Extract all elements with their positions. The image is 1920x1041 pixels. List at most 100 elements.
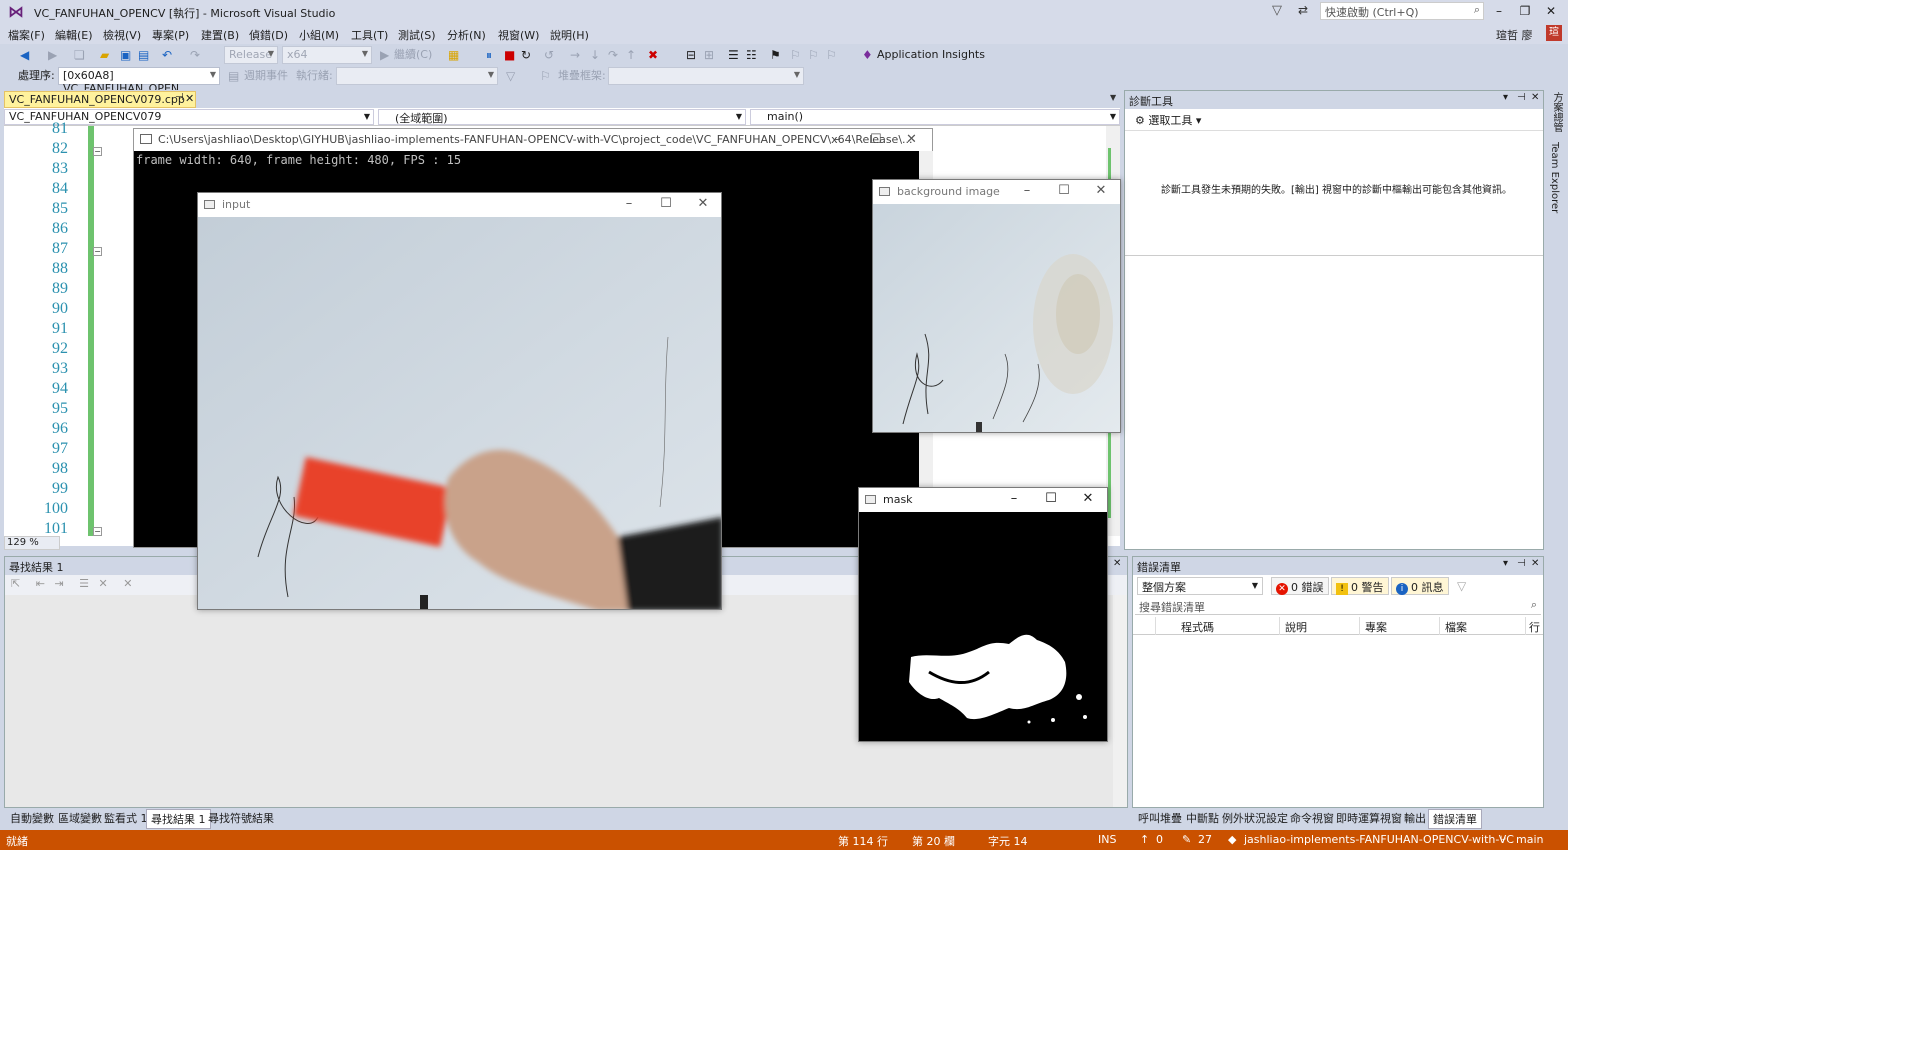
tab-find-results-1[interactable]: 尋找結果 1 <box>146 809 211 829</box>
minimize-button[interactable]: – <box>1017 183 1037 198</box>
stack-frame-select[interactable]: ▼ <box>608 67 804 85</box>
stop-icon[interactable]: ✕ <box>123 577 132 590</box>
flag-icon[interactable]: ⚐ <box>540 68 551 84</box>
prev-icon[interactable]: ⇤ <box>36 577 45 590</box>
tab-overflow-icon[interactable]: ▼ <box>1110 93 1116 102</box>
pencil-icon[interactable]: ✎ <box>1182 833 1191 846</box>
minimize-button[interactable]: – <box>834 132 841 147</box>
back-icon[interactable]: ◀ <box>20 47 29 63</box>
align-icon[interactable]: ☰ <box>728 47 739 63</box>
column-project[interactable]: 專案 <box>1365 619 1387 635</box>
menu-debug[interactable]: 偵錯(D) <box>249 27 288 43</box>
bookmark-prev-icon[interactable]: ⚐ <box>790 47 801 63</box>
menu-team[interactable]: 小組(M) <box>299 27 339 43</box>
gear-icon[interactable]: ⚙ <box>1135 114 1145 127</box>
go-to-icon[interactable]: ⇱ <box>11 577 20 590</box>
tab-solution-explorer[interactable]: 方案總管 <box>1549 92 1564 132</box>
tab-exception-settings[interactable]: 例外狀況設定 <box>1218 809 1292 827</box>
input-window[interactable]: input – ☐ ✕ <box>197 192 722 610</box>
column-description[interactable]: 說明 <box>1285 619 1307 635</box>
redo-icon[interactable]: ↷ <box>190 47 200 63</box>
tab-command-window[interactable]: 命令視窗 <box>1286 809 1338 827</box>
tab-call-stack[interactable]: 呼叫堆疊 <box>1134 809 1186 827</box>
status-unpushed[interactable]: 0 <box>1156 833 1163 846</box>
close-tab-icon[interactable]: ✕ <box>185 92 194 105</box>
forward-icon[interactable]: ▶ <box>48 47 57 63</box>
status-repository[interactable]: jashliao-implements-FANFUHAN-OPENCV-with… <box>1244 833 1514 846</box>
menu-test[interactable]: 測試(S) <box>398 27 436 43</box>
warnings-filter-button[interactable]: ! 0 警告 <box>1331 577 1389 595</box>
pin-icon[interactable]: ⊣ <box>175 92 184 103</box>
background-image-window[interactable]: background image – ☐ ✕ <box>872 179 1121 433</box>
tab-locals[interactable]: 區域變數 <box>54 809 106 827</box>
tab-output[interactable]: 輸出 <box>1400 809 1430 827</box>
pin-icon[interactable]: ⊣ <box>1517 558 1526 569</box>
continue-button[interactable]: 繼續(C) <box>394 47 432 63</box>
scope-select[interactable]: (全域範圍) ▼ <box>378 109 746 125</box>
minimize-button[interactable]: – <box>619 196 639 211</box>
step-into-icon[interactable]: ↓ <box>590 47 600 63</box>
bookmark-next-icon[interactable]: ⚐ <box>808 47 819 63</box>
break-all-icon[interactable]: ⏸ <box>486 47 492 63</box>
tab-immediate-window[interactable]: 即時運算視窗 <box>1332 809 1406 827</box>
app-insights-button[interactable]: Application Insights <box>877 47 985 63</box>
close-icon[interactable]: ✕ <box>1531 558 1539 569</box>
maximize-button[interactable]: ☐ <box>1054 183 1074 198</box>
menu-analyze[interactable]: 分析(N) <box>447 27 486 43</box>
notification-filter-icon[interactable]: ▽ <box>1272 3 1282 18</box>
restart-icon[interactable]: ↻ <box>521 47 531 63</box>
close-button[interactable]: ✕ <box>1542 4 1560 18</box>
column-code[interactable]: 程式碼 <box>1181 619 1214 635</box>
close-button[interactable]: ✕ <box>906 132 917 147</box>
clear-icon[interactable]: ☰ <box>79 577 89 590</box>
stop-debugging-icon[interactable]: ■ <box>504 47 515 63</box>
tab-autos[interactable]: 自動變數 <box>6 809 58 827</box>
close-button[interactable]: ✕ <box>1078 491 1098 506</box>
close-icon[interactable]: ✕ <box>1113 558 1121 569</box>
open-file-icon[interactable]: ▰ <box>100 47 109 63</box>
menu-file[interactable]: 檔案(F) <box>8 27 45 43</box>
next-icon[interactable]: ⇥ <box>54 577 63 590</box>
feedback-icon[interactable]: ⇄ <box>1298 3 1308 17</box>
close-icon[interactable]: ✕ <box>1531 92 1539 103</box>
push-icon[interactable]: ↑ <box>1140 833 1149 846</box>
scope-select[interactable]: 整個方案 ▼ <box>1137 577 1263 595</box>
exception-icon[interactable]: ✖ <box>648 47 658 63</box>
tab-team-explorer[interactable]: Team Explorer <box>1549 142 1560 213</box>
lifecycle-events-button[interactable]: 週期事件 <box>244 68 288 84</box>
save-icon[interactable]: ▣ <box>120 47 131 63</box>
error-search-input[interactable]: 搜尋錯誤清單 ⌕ <box>1135 597 1541 615</box>
step-out-icon[interactable]: ↑ <box>626 47 636 63</box>
menu-view[interactable]: 檢視(V) <box>103 27 141 43</box>
messages-filter-button[interactable]: i0 訊息 <box>1391 577 1449 595</box>
hot-reload-icon[interactable]: ↺ <box>544 47 554 63</box>
process-icon[interactable]: ▦ <box>448 47 459 63</box>
filter-icon[interactable]: ▽ <box>506 68 515 84</box>
menu-help[interactable]: 說明(H) <box>550 27 589 43</box>
continue-play-icon[interactable]: ▶ <box>380 47 389 63</box>
format-icon[interactable]: ⊟ <box>686 47 696 63</box>
format-selection-icon[interactable]: ⊞ <box>704 47 714 63</box>
undo-icon[interactable]: ↶ <box>162 47 172 63</box>
clear-all-icon[interactable]: ✕ <box>99 577 108 590</box>
collapse-icon[interactable]: − <box>93 247 102 256</box>
save-all-icon[interactable]: ▤ <box>138 47 149 63</box>
find-results-scrollbar[interactable] <box>1113 595 1127 807</box>
process-select[interactable]: [0x60A8] VC_FANFUHAN_OPEN ▼ <box>58 67 220 95</box>
tab-breakpoints[interactable]: 中斷點 <box>1182 809 1223 827</box>
tab-error-list[interactable]: 錯誤清單 <box>1428 809 1482 829</box>
maximize-button[interactable]: ☐ <box>870 132 882 147</box>
configuration-select[interactable]: Release ▼ <box>224 46 278 64</box>
collapse-icon[interactable]: − <box>93 527 102 536</box>
new-project-icon[interactable]: ❏ <box>74 47 85 63</box>
status-changes[interactable]: 27 <box>1198 833 1212 846</box>
zoom-level[interactable]: 129 % <box>4 536 60 550</box>
menu-window[interactable]: 視窗(W) <box>498 27 539 43</box>
menu-edit[interactable]: 編輯(E) <box>55 27 93 43</box>
minimize-button[interactable]: – <box>1004 491 1024 506</box>
column-line[interactable]: 行 <box>1529 619 1540 635</box>
status-branch[interactable]: main <box>1516 833 1543 846</box>
platform-select[interactable]: x64 ▼ <box>282 46 372 64</box>
pin-icon[interactable]: ⊣ <box>1517 92 1526 103</box>
lifecycle-icon[interactable]: ▤ <box>228 68 239 84</box>
